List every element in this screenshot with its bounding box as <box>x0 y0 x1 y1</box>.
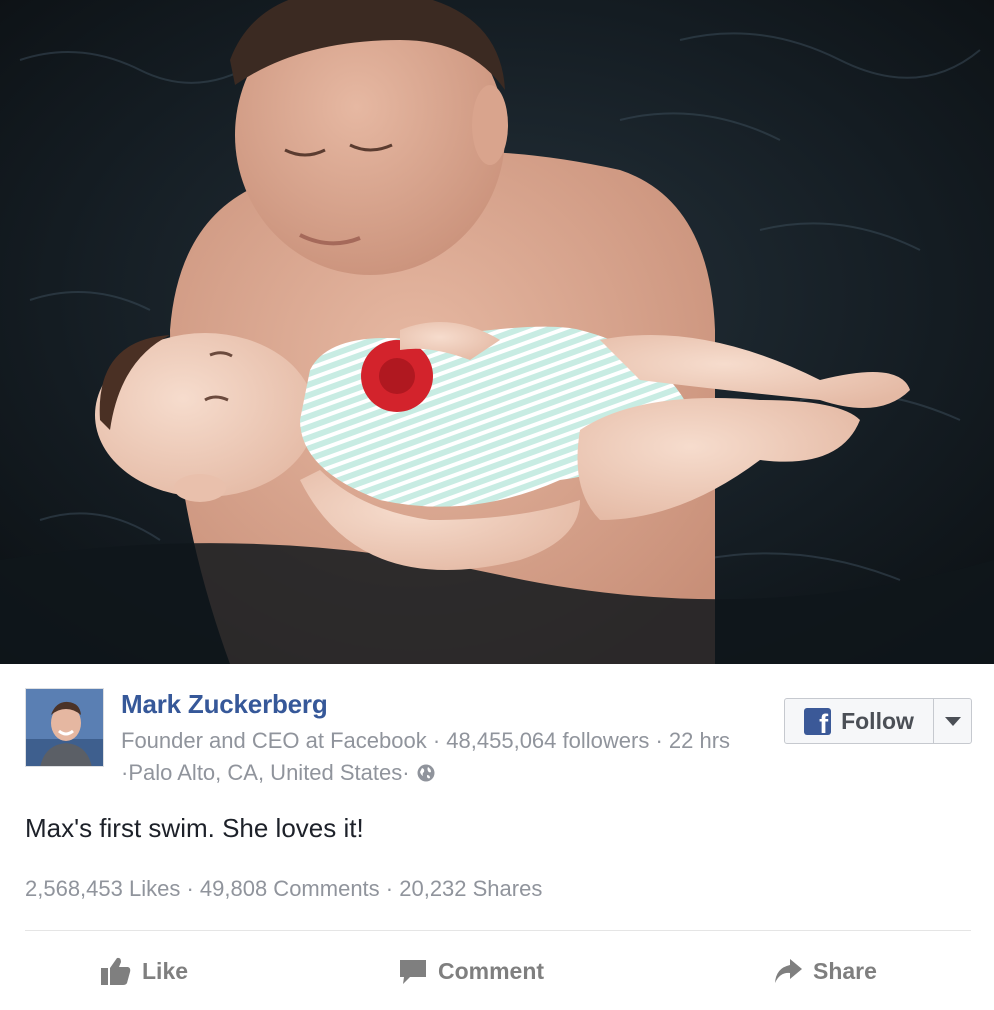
share-label: Share <box>813 957 877 984</box>
author-avatar-image <box>26 689 103 766</box>
follow-button[interactable]: f Follow <box>785 699 933 743</box>
meta-separator: · <box>649 728 669 753</box>
caret-down-icon <box>944 716 961 726</box>
post-location-link[interactable]: Palo Alto, CA, United States <box>128 760 402 786</box>
follow-button-group: f Follow <box>784 698 972 744</box>
globe-icon[interactable] <box>416 763 436 783</box>
comment-label: Comment <box>438 957 545 984</box>
thumbs-up-icon <box>101 957 131 985</box>
share-arrow-icon <box>775 959 802 983</box>
author-title: Founder and CEO at Facebook <box>121 728 427 753</box>
post-photo[interactable] <box>0 0 994 664</box>
stats-separator: · <box>180 876 200 901</box>
meta-separator: · <box>402 760 410 785</box>
likes-count-link[interactable]: 2,568,453 Likes <box>25 876 180 901</box>
like-button[interactable]: Like <box>100 950 188 992</box>
author-avatar[interactable] <box>25 688 104 767</box>
meta-separator: · <box>426 728 447 753</box>
post-photo-image <box>0 0 994 664</box>
post-timestamp-link[interactable]: 22 hrs <box>669 728 730 753</box>
shares-count-link[interactable]: 20,232 Shares <box>399 876 542 901</box>
engagement-stats: 2,568,453 Likes · 49,808 Comments · 20,2… <box>25 876 542 902</box>
facebook-f-icon: f <box>804 707 832 737</box>
follow-label: Follow <box>841 707 914 734</box>
meta-separator: · <box>121 760 129 785</box>
stats-separator: · <box>379 876 400 901</box>
like-label: Like <box>142 957 189 984</box>
follower-count: 48,455,064 followers <box>446 728 650 753</box>
share-button[interactable]: Share <box>773 950 877 992</box>
author-meta: Founder and CEO at Facebook · 48,455,064… <box>121 728 730 754</box>
post-message: Max's first swim. She loves it! <box>25 813 364 843</box>
author-name-link[interactable]: Mark Zuckerberg <box>121 689 328 720</box>
speech-bubble-icon <box>400 960 426 984</box>
comment-button[interactable]: Comment <box>398 950 544 992</box>
post-location-line: · Palo Alto, CA, United States · <box>121 760 436 786</box>
follow-options-dropdown[interactable] <box>933 699 971 743</box>
actions-divider <box>25 930 971 931</box>
comments-count-link[interactable]: 49,808 Comments <box>200 876 380 901</box>
